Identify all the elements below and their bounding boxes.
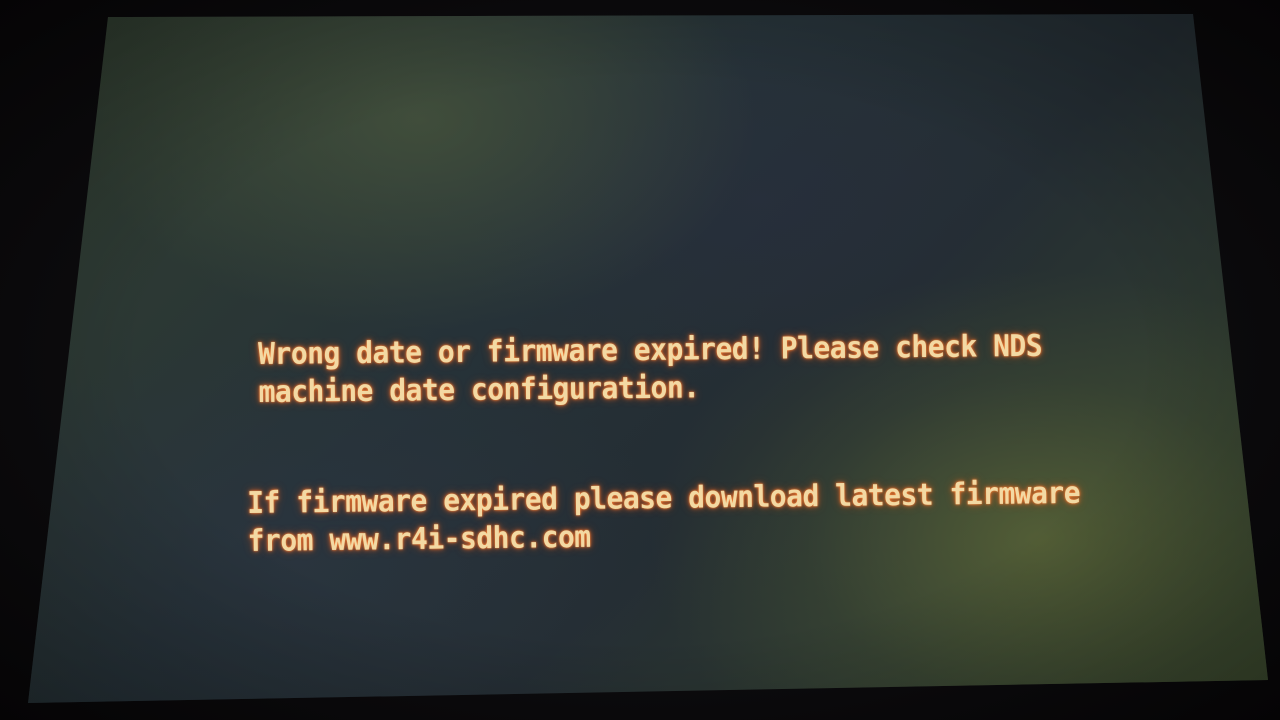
firmware-download-message: If firmware expired please download late… (247, 475, 1081, 561)
date-error-message: Wrong date or firmware expired! Please c… (258, 328, 1043, 412)
